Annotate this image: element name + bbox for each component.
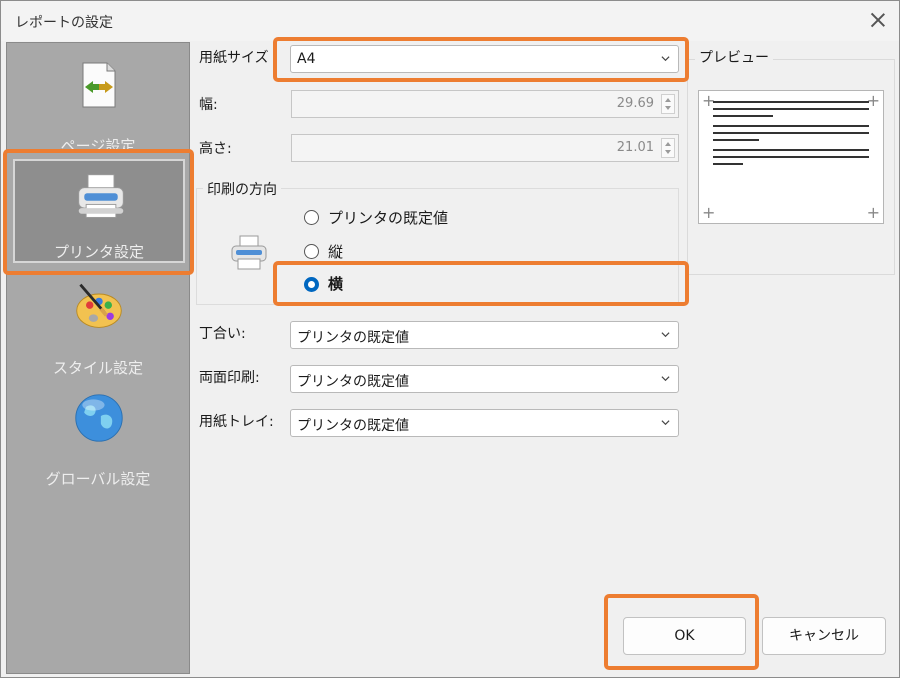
orientation-landscape-radio[interactable] — [304, 277, 319, 292]
printer-icon — [78, 174, 124, 218]
paper-size-value: A4 — [297, 51, 316, 67]
width-field[interactable]: 29.69 — [291, 90, 679, 118]
settings-sidebar: ページ設定 プリンタ設定 スタイル設定 グローバル設定 — [6, 42, 190, 674]
margin-marker: + — [702, 203, 716, 222]
sidebar-item-label: スタイル設定 — [52, 359, 143, 377]
sidebar-item-label: プリンタ設定 — [53, 243, 144, 261]
orientation-landscape-label[interactable]: 横 — [328, 273, 343, 294]
printer-icon — [231, 235, 267, 270]
report-settings-dialog: レポートの設定 ページ設定 プリンタ設定 スタイル設定 グローバル設定 用紙サイ… — [0, 0, 900, 678]
width-label: 幅: — [199, 97, 218, 113]
duplex-dropdown[interactable]: プリンタの既定値 — [290, 365, 679, 393]
sidebar-item-label: グローバル設定 — [45, 470, 151, 488]
duplex-label: 両面印刷: — [199, 370, 260, 386]
height-field[interactable]: 21.01 — [291, 134, 679, 162]
window-title: レポートの設定 — [15, 15, 113, 31]
sidebar-item-style-setup[interactable]: スタイル設定 — [7, 275, 189, 385]
palette-icon — [76, 283, 122, 328]
sidebar-item-label: ページ設定 — [60, 137, 136, 155]
chevron-down-icon — [661, 420, 670, 426]
orientation-title: 印刷の方向 — [203, 179, 281, 199]
paper-size-dropdown[interactable]: A4 — [290, 45, 679, 73]
preview-page: + + + + — [698, 90, 884, 224]
globe-icon — [75, 394, 123, 442]
orientation-default-label[interactable]: プリンタの既定値 — [328, 207, 448, 228]
orientation-portrait-label[interactable]: 縦 — [328, 241, 343, 262]
collate-dropdown[interactable]: プリンタの既定値 — [290, 321, 679, 349]
sidebar-item-page-setup[interactable]: ページ設定 — [7, 53, 189, 163]
height-value: 21.01 — [616, 140, 654, 155]
collate-value: プリンタの既定値 — [297, 330, 409, 346]
sidebar-item-global-setup[interactable]: グローバル設定 — [7, 386, 189, 496]
chevron-down-icon — [661, 56, 670, 62]
tray-dropdown[interactable]: プリンタの既定値 — [290, 409, 679, 437]
tray-label: 用紙トレイ: — [199, 414, 274, 430]
height-label: 高さ: — [199, 141, 232, 157]
orientation-default-radio[interactable] — [304, 210, 319, 225]
collate-label: 丁合い: — [199, 326, 246, 342]
tray-value: プリンタの既定値 — [297, 418, 409, 434]
preview-title: プレビュー — [695, 47, 773, 67]
margin-marker: + — [866, 203, 880, 222]
height-spinner[interactable] — [661, 138, 675, 158]
ok-button[interactable]: OK — [623, 617, 746, 655]
sidebar-item-printer-setup[interactable]: プリンタ設定 — [13, 159, 185, 263]
cancel-button[interactable]: キャンセル — [762, 617, 886, 655]
duplex-value: プリンタの既定値 — [297, 374, 409, 390]
title-bar: レポートの設定 — [1, 1, 899, 41]
width-spinner[interactable] — [661, 94, 675, 114]
page-setup-icon — [82, 62, 116, 108]
chevron-down-icon — [661, 376, 670, 382]
paper-size-label: 用紙サイズ — [199, 50, 269, 66]
preview-panel: + + + + — [687, 59, 895, 275]
chevron-down-icon — [661, 332, 670, 338]
close-icon[interactable] — [865, 7, 891, 33]
width-value: 29.69 — [616, 96, 654, 111]
orientation-portrait-radio[interactable] — [304, 244, 319, 259]
